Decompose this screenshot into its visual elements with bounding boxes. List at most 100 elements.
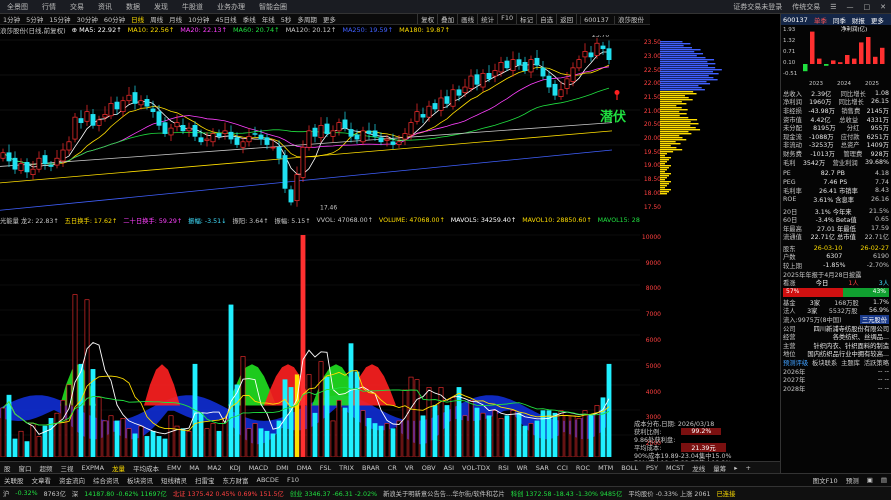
indicator-tab[interactable]: WR [513,464,532,472]
panel-link[interactable]: 板块联系 [812,358,837,367]
indicator-tab[interactable]: 平均成本 [129,463,163,473]
menu-item[interactable]: 智能会圈 [252,2,294,12]
tool-button[interactable]: 画线 [457,14,477,24]
period-tab[interactable]: 60分钟 [101,14,128,24]
indicator-tab[interactable]: 龙量 [108,463,129,473]
indicator-tab[interactable]: EMV [163,464,185,472]
period-tab[interactable]: 5秒 [278,14,295,24]
tool-button[interactable]: 返回 [556,14,576,24]
panel-tab[interactable]: 单季 [814,15,827,25]
indicator-tab[interactable]: SAR [532,464,553,472]
menu-item[interactable]: 业务办理 [210,2,252,12]
candle [72,116,78,140]
indicator-tab[interactable]: 三视 [57,463,78,473]
indicator-tab[interactable]: ROC [572,464,594,472]
indicator-tab[interactable]: EXPMA [78,464,109,472]
window-control[interactable]: ✕ [875,3,891,11]
info-tab[interactable]: 东方财富 [219,475,253,485]
period-tab[interactable]: 日线 [128,14,147,24]
indicator-tab[interactable]: 龙线 [688,463,709,473]
indicator-tab[interactable]: 窗口 [15,463,36,473]
indicator-tab[interactable]: 超频 [36,463,57,473]
panel-tab[interactable]: 更多 [871,15,884,25]
period-tab[interactable]: 更多 [320,14,339,24]
info-tab[interactable]: 综合资讯 [89,475,123,485]
tool-button[interactable]: 自选 [536,14,556,24]
volume-chart[interactable] [0,225,640,457]
indicator-tab[interactable]: ASI [440,464,459,472]
indicator-tab[interactable]: TRIX [335,464,358,472]
info-tab[interactable]: 板块资讯 [123,475,157,485]
info-tab[interactable]: ABCDE [253,476,283,484]
panel-link[interactable]: 活跃策略 [864,358,889,367]
profit-bar [852,58,857,64]
window-control[interactable]: □ [859,3,876,11]
indicator-tab[interactable]: + [742,464,755,472]
period-tab[interactable]: 30分钟 [74,14,101,24]
info-tab[interactable]: 文章看 [28,475,56,485]
tool-button[interactable]: 标记 [516,14,536,24]
indicator-tab[interactable]: MACD [245,464,272,472]
menu-item[interactable]: 数据 [119,2,147,12]
tool-button[interactable]: 复权 [417,14,437,24]
period-tab[interactable]: 5分钟 [23,14,46,24]
period-tab[interactable]: 多周期 [294,14,320,24]
info-tab[interactable]: 短线精灵 [157,475,191,485]
info-tab[interactable]: F10 [283,476,303,484]
indicator-tab[interactable]: ▸ [730,464,741,472]
period-tab[interactable]: 季线 [240,14,259,24]
menu-item[interactable]: 牛股道 [175,2,210,12]
info-tab[interactable]: 关联股 [0,475,28,485]
period-tab[interactable]: 年线 [259,14,278,24]
info-tab[interactable]: 扫雷宝 [191,475,219,485]
indicator-tab[interactable]: 股 [0,463,15,473]
indicator-tab[interactable]: FSL [316,464,335,472]
indicator-tab[interactable]: VOL-TDX [458,464,494,472]
period-tab[interactable]: 45日线 [212,14,239,24]
window-control[interactable]: 传统交易 [787,2,825,12]
indicator-tab[interactable]: PSY [642,464,662,472]
indicator-tab[interactable]: KDJ [225,464,244,472]
window-control[interactable]: ☰ [825,3,841,11]
indicator-tab[interactable]: CR [384,464,401,472]
menu-item[interactable]: 发现 [147,2,175,12]
menu-item[interactable]: 全景图 [0,2,35,12]
panel-tab[interactable]: 财报 [852,15,865,25]
period-tab[interactable]: 15分钟 [46,14,73,24]
indicator-tab[interactable]: MTM [594,464,617,472]
tool-button[interactable]: 叠加 [437,14,457,24]
window-control[interactable]: 证券交易未登录 [728,2,787,12]
tab-tool[interactable]: 预测 [842,475,863,485]
window-control[interactable]: — [842,3,859,11]
tool-button[interactable]: 统计 [477,14,497,24]
indicator-tab[interactable]: VR [401,464,418,472]
volume-bar [582,410,588,457]
period-tab[interactable]: 月线 [166,14,185,24]
menu-item[interactable]: 交易 [63,2,91,12]
panel-tab[interactable]: 同季 [833,15,846,25]
indicator-tab[interactable]: CCI [553,464,572,472]
indicator-tab[interactable]: OBV [418,464,440,472]
indicator-tab[interactable]: MA [185,464,203,472]
indicator-tab[interactable]: DMA [293,464,316,472]
indicator-tab[interactable]: BOLL [617,464,642,472]
tab-tool[interactable]: 图文F10 [809,475,842,485]
period-tab[interactable]: 周线 [147,14,166,24]
period-tab[interactable]: 1分钟 [0,14,23,24]
indicator-tab[interactable]: BRAR [358,464,384,472]
period-tab[interactable]: 10分钟 [185,14,212,24]
indicator-tab[interactable]: 量筹 [709,463,730,473]
menu-item[interactable]: 资讯 [91,2,119,12]
tab-tool[interactable]: ▤ [877,476,891,484]
indicator-tab[interactable]: DMI [272,464,293,472]
chip-bar [660,89,705,91]
info-tab[interactable]: 资金流向 [55,475,89,485]
tool-button[interactable]: F10 [497,14,516,24]
panel-link[interactable]: 主题库 [841,358,860,367]
candlestick-chart[interactable]: 23.70 17.46 [0,35,640,213]
indicator-tab[interactable]: RSI [494,464,513,472]
indicator-tab[interactable]: MCST [662,464,688,472]
menu-item[interactable]: 行情 [35,2,63,12]
tab-tool[interactable]: ▣ [863,476,877,484]
indicator-tab[interactable]: MA2 [203,464,225,472]
